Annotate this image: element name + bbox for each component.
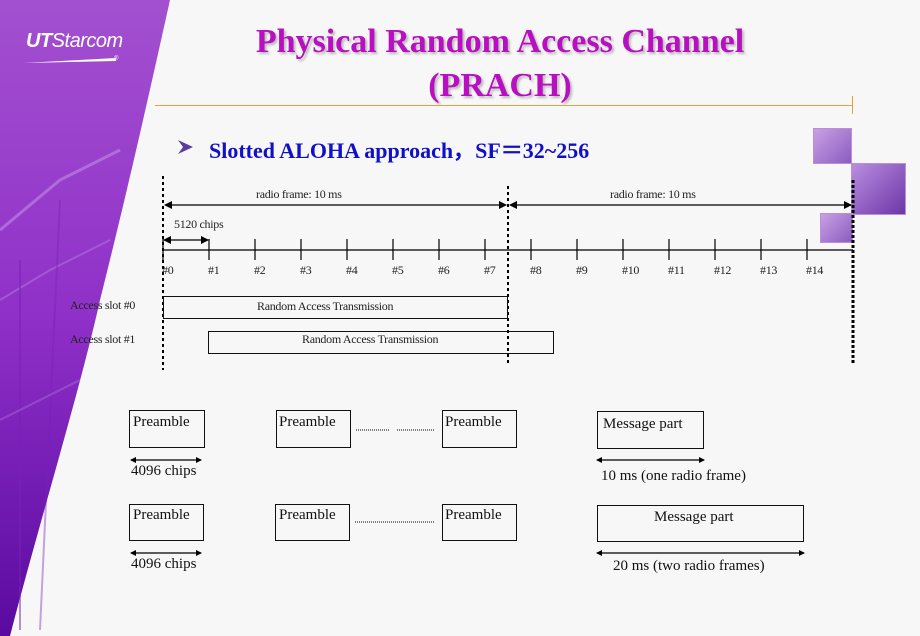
message-part-label: Message part <box>603 416 683 432</box>
access-slot-label-0: Access slot #0 <box>70 298 136 312</box>
preamble-label: Preamble <box>445 414 502 430</box>
slot-duration-label: 5120 chips <box>174 217 224 231</box>
message-part-label: Message part <box>654 509 734 525</box>
preamble-label: Preamble <box>445 507 502 523</box>
slot-label: #3 <box>300 263 312 277</box>
slot-label: #6 <box>438 263 450 277</box>
access-slot-transmission-0: Random Access Transmission <box>257 299 394 313</box>
preamble-label: Preamble <box>279 414 336 430</box>
slot-label: #1 <box>208 263 220 277</box>
slot-label: #8 <box>530 263 542 277</box>
slot-label: #13 <box>760 263 778 277</box>
slot-label: #7 <box>484 263 496 277</box>
message-length-label: 20 ms (two radio frames) <box>613 558 765 574</box>
frame-label-0: radio frame: 10 ms <box>256 187 342 201</box>
slot-label: #0 <box>162 263 174 277</box>
frame-label-1: radio frame: 10 ms <box>610 187 696 201</box>
preamble-label: Preamble <box>133 414 190 430</box>
slot-label: #10 <box>622 263 640 277</box>
slot-label: #9 <box>576 263 588 277</box>
message-length-label: 10 ms (one radio frame) <box>601 468 746 484</box>
preamble-label: Preamble <box>279 507 336 523</box>
slot-label: #14 <box>806 263 824 277</box>
access-slot-label-1: Access slot #1 <box>70 332 136 346</box>
preamble-length-label: 4096 chips <box>131 556 197 572</box>
slot-label: #12 <box>714 263 732 277</box>
slot-label: #4 <box>346 263 358 277</box>
slot-label: #11 <box>668 263 685 277</box>
slot-label: #2 <box>254 263 266 277</box>
preamble-length-label: 4096 chips <box>131 463 197 479</box>
slot-label: #5 <box>392 263 404 277</box>
access-slot-transmission-1: Random Access Transmission <box>302 332 439 346</box>
preamble-label: Preamble <box>133 507 190 523</box>
